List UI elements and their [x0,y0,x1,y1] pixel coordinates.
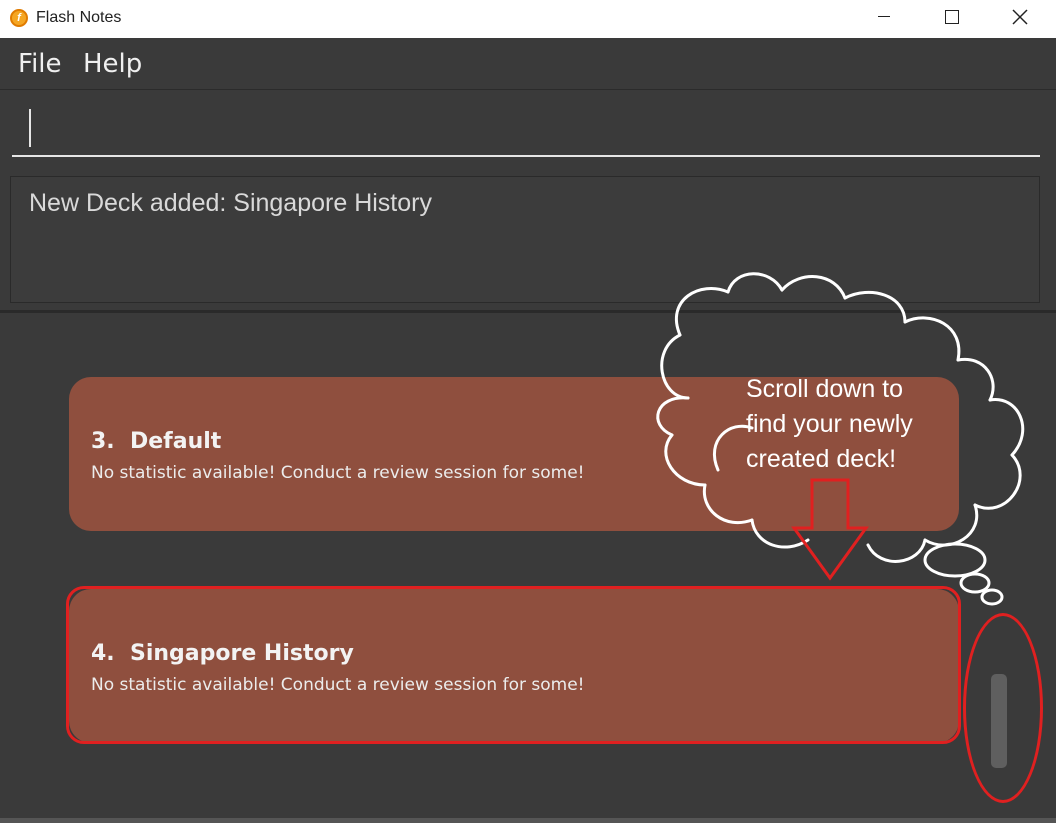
result-message: New Deck added: Singapore History [29,189,432,217]
callout-line: created deck! [746,445,897,473]
bottom-border [0,818,1056,823]
title-bar: f Flash Notes [0,0,1056,38]
command-input[interactable] [12,103,1040,157]
close-button[interactable] [988,0,1052,34]
app-logo-icon: f [10,9,28,27]
minimize-button[interactable] [852,0,916,34]
minimize-icon [878,15,890,17]
scrollbar-highlight-ellipse [963,613,1043,803]
menu-file[interactable]: File [18,49,62,79]
deck-name: Default [130,429,222,454]
callout-line: Scroll down to [746,375,904,403]
window-title: Flash Notes [36,9,122,26]
menu-help[interactable]: Help [83,49,142,79]
annotation-callout-text: Scroll down to find your newly created d… [746,372,956,477]
maximize-icon [945,10,959,24]
maximize-button[interactable] [920,0,984,34]
deck-index: 3. [91,429,115,454]
menu-bar: File Help [0,38,1056,90]
deck-title: 3. Default [91,429,221,454]
deck-statistics: No statistic available! Conduct a review… [91,463,585,483]
callout-line: find your newly [746,410,913,438]
close-icon [1012,9,1028,25]
text-caret [29,109,31,147]
new-deck-highlight [66,586,961,744]
